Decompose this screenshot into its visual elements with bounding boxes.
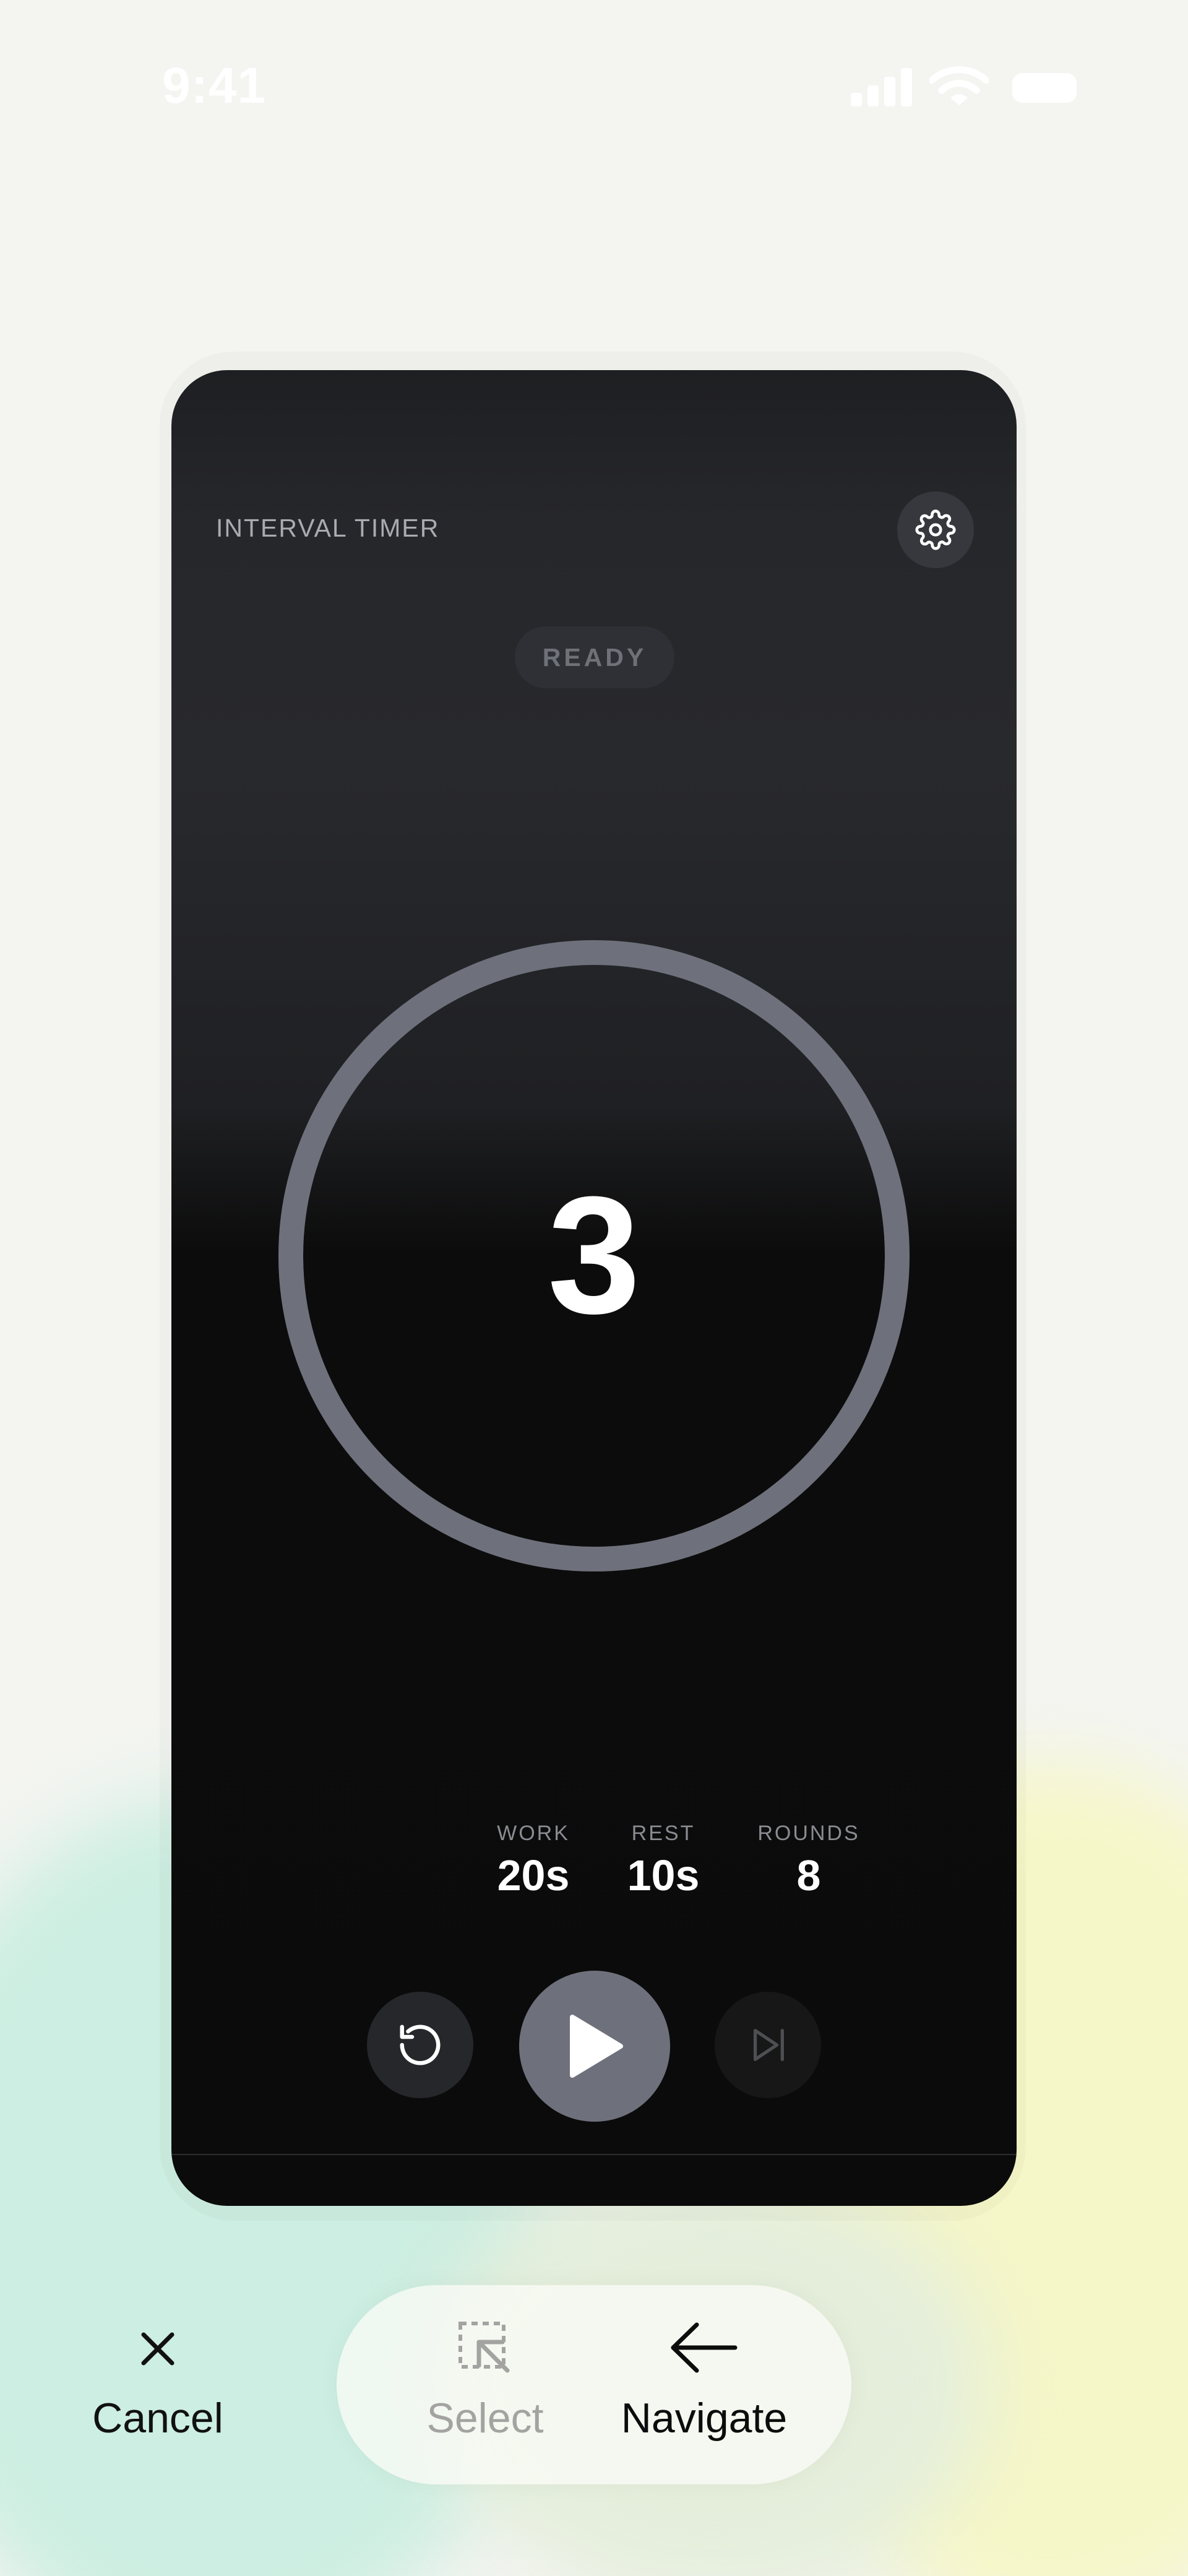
stat-rounds: ROUNDS 8: [728, 1822, 889, 1900]
gear-icon: [915, 509, 956, 550]
cancel-label: Cancel: [92, 2395, 223, 2442]
play-button[interactable]: [519, 1971, 670, 2122]
stat-label: REST: [631, 1822, 695, 1845]
stat-value: 10s: [627, 1851, 700, 1900]
select-label: Select: [426, 2395, 544, 2442]
navigate-label: Navigate: [621, 2395, 788, 2442]
app-title: INTERVAL TIMER: [216, 514, 440, 542]
cancel-button[interactable]: Cancel: [74, 2322, 241, 2458]
cellular-signal-icon: [851, 68, 913, 106]
mode-switcher: Select Navigate: [337, 2285, 851, 2484]
status-badge: READY: [515, 626, 674, 688]
stat-rest: REST 10s: [583, 1822, 744, 1900]
close-icon: [141, 2332, 174, 2366]
navigate-button[interactable]: Navigate: [611, 2320, 797, 2456]
stat-value: 8: [796, 1851, 821, 1900]
arrow-left-icon: [671, 2322, 738, 2373]
countdown-number: 3: [547, 1162, 641, 1349]
reset-icon: [400, 2025, 441, 2065]
play-icon: [570, 2015, 623, 2078]
skip-icon: [753, 2029, 784, 2061]
wifi-icon: [929, 66, 989, 105]
select-icon: [458, 2322, 510, 2373]
stat-label: ROUNDS: [757, 1822, 860, 1845]
skip-button[interactable]: [715, 1992, 821, 2098]
select-button[interactable]: Select: [405, 2320, 566, 2456]
timer-screen: INTERVAL TIMER READY 3 WORK 20s REST 10s…: [171, 370, 1017, 2206]
settings-button[interactable]: [897, 491, 974, 568]
divider: [171, 2154, 1017, 2155]
reset-button[interactable]: [367, 1992, 473, 2098]
status-time: 9:41: [162, 58, 267, 114]
status-bar: 9:41: [0, 0, 1188, 173]
battery-icon: [1012, 73, 1077, 103]
